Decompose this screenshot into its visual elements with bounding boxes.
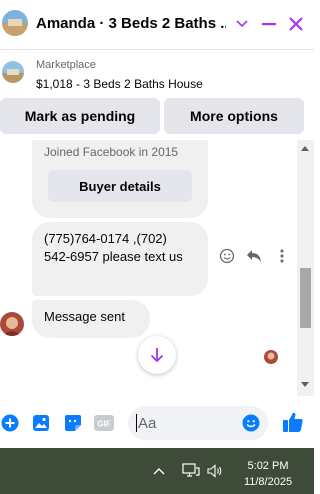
clock-time: 5:02 PM bbox=[247, 460, 289, 472]
marketplace-label: Marketplace bbox=[36, 59, 96, 71]
emoji-icon[interactable] bbox=[241, 413, 261, 433]
clock-date: 11/8/2025 bbox=[243, 476, 293, 488]
seen-receipt-avatar bbox=[264, 350, 278, 364]
more-options-button[interactable]: More options bbox=[164, 98, 304, 134]
chat-header: Amanda · 3 Beds 2 Baths ... bbox=[0, 0, 314, 50]
reply-icon[interactable] bbox=[245, 247, 263, 265]
scroll-down-arrow-icon[interactable] bbox=[301, 382, 309, 387]
joined-text: Joined Facebook in 2015 bbox=[44, 145, 179, 159]
message-bubble[interactable]: Message sent bbox=[32, 300, 150, 338]
sticker-icon[interactable] bbox=[63, 413, 83, 433]
mark-as-pending-button[interactable]: Mark as pending bbox=[0, 98, 160, 134]
scrollbar-thumb[interactable] bbox=[300, 268, 311, 328]
message-composer: GIF bbox=[0, 398, 314, 448]
chevron-down-icon[interactable] bbox=[230, 12, 254, 36]
text-cursor bbox=[136, 414, 137, 432]
scrollbar[interactable] bbox=[297, 140, 314, 396]
taskbar: 5:02 PM 11/8/2025 bbox=[0, 448, 314, 494]
network-icon[interactable] bbox=[182, 462, 200, 480]
listing-avatar[interactable] bbox=[2, 10, 28, 36]
close-icon[interactable] bbox=[284, 12, 308, 36]
arrow-down-icon bbox=[150, 348, 164, 363]
sender-avatar[interactable] bbox=[0, 312, 24, 336]
photo-icon[interactable] bbox=[31, 413, 51, 433]
minimize-icon[interactable] bbox=[257, 12, 281, 36]
gif-icon[interactable]: GIF bbox=[94, 413, 114, 433]
message-bubble[interactable]: (775)764-0174 ,(702) 542-6957 please tex… bbox=[32, 222, 208, 296]
more-vertical-icon[interactable] bbox=[273, 247, 291, 265]
buyer-details-button[interactable]: Buyer details bbox=[48, 170, 192, 202]
volume-icon[interactable] bbox=[206, 462, 224, 480]
svg-text:GIF: GIF bbox=[97, 420, 110, 429]
listing-thumbnail bbox=[2, 61, 24, 83]
thumbs-up-icon[interactable] bbox=[282, 411, 304, 433]
chat-title[interactable]: Amanda · 3 Beds 2 Baths ... bbox=[36, 15, 226, 32]
message-thread[interactable]: Joined Facebook in 2015 Buyer details (7… bbox=[0, 140, 314, 396]
scroll-up-arrow-icon[interactable] bbox=[301, 146, 309, 151]
buyer-profile-card: Joined Facebook in 2015 Buyer details bbox=[32, 140, 208, 218]
plus-icon[interactable] bbox=[0, 413, 20, 433]
clock[interactable]: 5:02 PM 11/8/2025 bbox=[228, 458, 308, 490]
scroll-to-bottom-button[interactable] bbox=[138, 336, 176, 374]
listing-title[interactable]: $1,018 - 3 Beds 2 Baths House bbox=[36, 77, 203, 91]
chevron-up-icon[interactable] bbox=[150, 462, 168, 480]
marketplace-listing[interactable]: Marketplace $1,018 - 3 Beds 2 Baths Hous… bbox=[0, 56, 314, 96]
react-icon[interactable] bbox=[218, 247, 236, 265]
